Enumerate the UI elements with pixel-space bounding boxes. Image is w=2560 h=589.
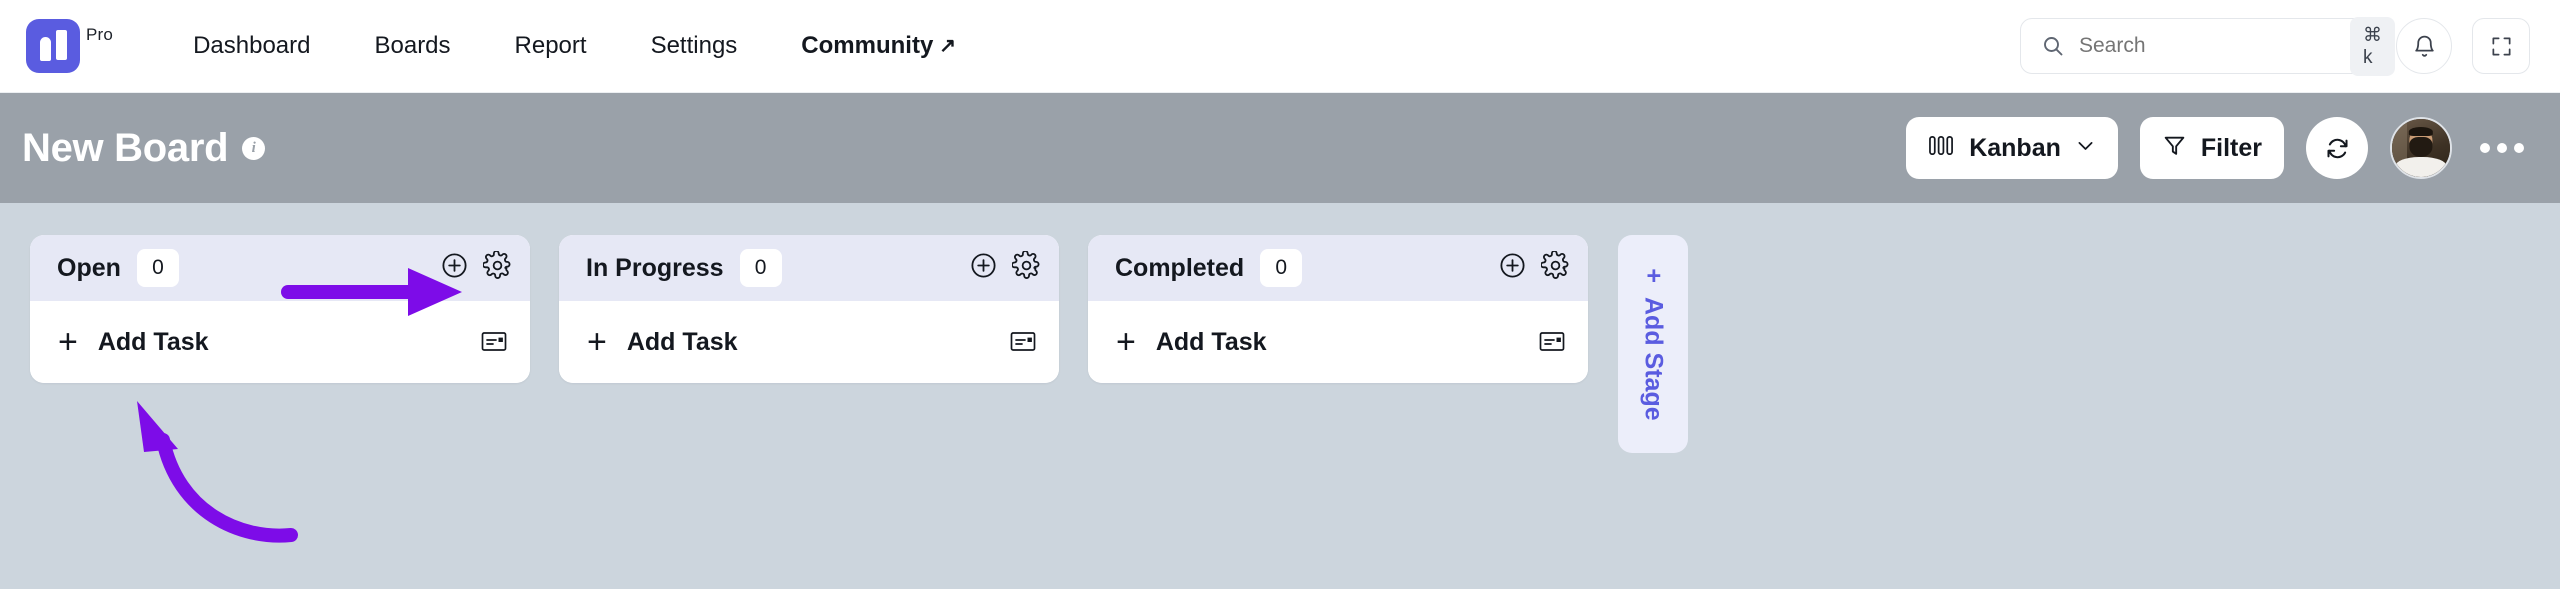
column-count-open: 0 bbox=[136, 249, 179, 287]
card-template-icon-open[interactable] bbox=[480, 329, 508, 355]
nav-right-controls: ⌘ k bbox=[2020, 16, 2530, 76]
logo-bar-right bbox=[55, 30, 67, 60]
circle-plus-icon[interactable] bbox=[440, 251, 469, 285]
column-title-in-progress: In Progress bbox=[586, 253, 724, 282]
column-count-completed: 0 bbox=[1260, 249, 1303, 287]
nav-item-boards[interactable]: Boards bbox=[342, 32, 482, 60]
nav-item-dashboard-label: Dashboard bbox=[193, 32, 311, 59]
nav-item-dashboard[interactable]: Dashboard bbox=[161, 32, 342, 60]
info-icon[interactable]: i bbox=[242, 136, 266, 160]
search-box[interactable]: ⌘ k bbox=[2020, 16, 2395, 76]
nav-item-settings[interactable]: Settings bbox=[619, 32, 770, 60]
card-template-icon-completed[interactable] bbox=[1538, 329, 1566, 355]
add-stage-button[interactable]: + Add Stage bbox=[1618, 235, 1688, 453]
column-title-completed: Completed bbox=[1115, 253, 1245, 282]
gear-icon[interactable] bbox=[482, 250, 512, 285]
avatar-beard bbox=[2409, 136, 2433, 157]
board-canvas: Open 0 + Add Task In Progress 0 + Add Ta… bbox=[0, 203, 2560, 589]
add-task-button-open[interactable]: + Add Task bbox=[58, 325, 209, 359]
add-task-button-in-progress[interactable]: + Add Task bbox=[587, 325, 738, 359]
column-body-in-progress: + Add Task bbox=[559, 301, 1059, 383]
plus-icon: + bbox=[1116, 323, 1136, 361]
column-title-open: Open bbox=[57, 253, 121, 282]
app-logo-icon[interactable] bbox=[26, 19, 80, 73]
chevron-down-icon bbox=[2075, 135, 2096, 161]
column-body-completed: + Add Task bbox=[1088, 301, 1588, 383]
external-link-icon: ↗ bbox=[939, 35, 957, 57]
add-task-label-completed: Add Task bbox=[1155, 327, 1267, 356]
plus-icon: + bbox=[587, 323, 607, 361]
logo-bar-left bbox=[39, 37, 51, 61]
filter-button[interactable]: Filter bbox=[2139, 117, 2284, 179]
avatar-body bbox=[2395, 157, 2447, 177]
column-header-completed: Completed 0 bbox=[1088, 235, 1588, 301]
nav-item-report-label: Report bbox=[514, 32, 587, 59]
plus-icon: + bbox=[58, 323, 78, 361]
search-icon bbox=[2041, 34, 2065, 58]
refresh-button[interactable] bbox=[2306, 117, 2368, 179]
add-task-label-open: Add Task bbox=[97, 327, 209, 356]
filter-button-label: Filter bbox=[2200, 133, 2262, 162]
fullscreen-button[interactable] bbox=[2472, 18, 2530, 74]
add-stage-content: + Add Stage bbox=[1639, 268, 1668, 420]
column-count-in-progress: 0 bbox=[739, 249, 782, 287]
view-selector-label: Kanban bbox=[1969, 133, 2061, 162]
top-navigation-bar: Pro Dashboard Boards Report Settings Com… bbox=[0, 0, 2560, 93]
view-selector-kanban[interactable]: Kanban bbox=[1906, 117, 2118, 179]
search-input[interactable] bbox=[2079, 34, 2350, 58]
funnel-icon bbox=[2162, 133, 2187, 163]
board-header-controls: Kanban Filter bbox=[1906, 117, 2530, 179]
column-actions-in-progress bbox=[969, 250, 1041, 285]
primary-nav: Dashboard Boards Report Settings Communi… bbox=[161, 32, 988, 60]
more-horizontal-icon bbox=[2480, 143, 2490, 153]
board-column-in-progress: In Progress 0 + Add Task bbox=[559, 235, 1059, 383]
plus-icon: + bbox=[1639, 267, 1668, 283]
nav-item-community-label: Community bbox=[801, 32, 934, 59]
circle-plus-icon[interactable] bbox=[969, 251, 998, 285]
board-column-completed: Completed 0 + Add Task bbox=[1088, 235, 1588, 383]
board-column-open: Open 0 + Add Task bbox=[30, 235, 530, 383]
user-avatar[interactable] bbox=[2390, 117, 2452, 179]
board-title-group: New Board i bbox=[22, 125, 266, 171]
add-task-label-in-progress: Add Task bbox=[626, 327, 738, 356]
nav-item-report[interactable]: Report bbox=[483, 32, 619, 60]
column-header-open: Open 0 bbox=[30, 235, 530, 301]
nav-item-boards-label: Boards bbox=[374, 32, 451, 59]
notifications-button[interactable] bbox=[2396, 18, 2452, 74]
more-dot-2 bbox=[2497, 143, 2507, 153]
plan-badge: Pro bbox=[86, 25, 114, 44]
gear-icon[interactable] bbox=[1011, 250, 1041, 285]
board-header-bar: New Board i Kanban Filter bbox=[0, 93, 2560, 203]
more-dot-3 bbox=[2514, 143, 2524, 153]
brand[interactable]: Pro bbox=[26, 19, 113, 73]
page-title: New Board bbox=[22, 125, 229, 170]
gear-icon[interactable] bbox=[1540, 250, 1570, 285]
kanban-columns-icon bbox=[1928, 133, 1955, 163]
search-shortcut-badge: ⌘ k bbox=[2350, 16, 2395, 76]
avatar-hair bbox=[2408, 126, 2434, 136]
nav-item-community[interactable]: Community ↗ bbox=[769, 32, 988, 60]
column-actions-open bbox=[440, 250, 512, 285]
column-actions-completed bbox=[1498, 250, 1570, 285]
column-body-open: + Add Task bbox=[30, 301, 530, 383]
circle-plus-icon[interactable] bbox=[1498, 251, 1527, 285]
add-task-button-completed[interactable]: + Add Task bbox=[1116, 325, 1267, 359]
card-template-icon-in-progress[interactable] bbox=[1009, 329, 1037, 355]
nav-item-settings-label: Settings bbox=[650, 32, 738, 59]
more-options-button[interactable] bbox=[2474, 135, 2530, 161]
column-header-in-progress: In Progress 0 bbox=[559, 235, 1059, 301]
add-stage-label: Add Stage bbox=[1639, 296, 1668, 421]
